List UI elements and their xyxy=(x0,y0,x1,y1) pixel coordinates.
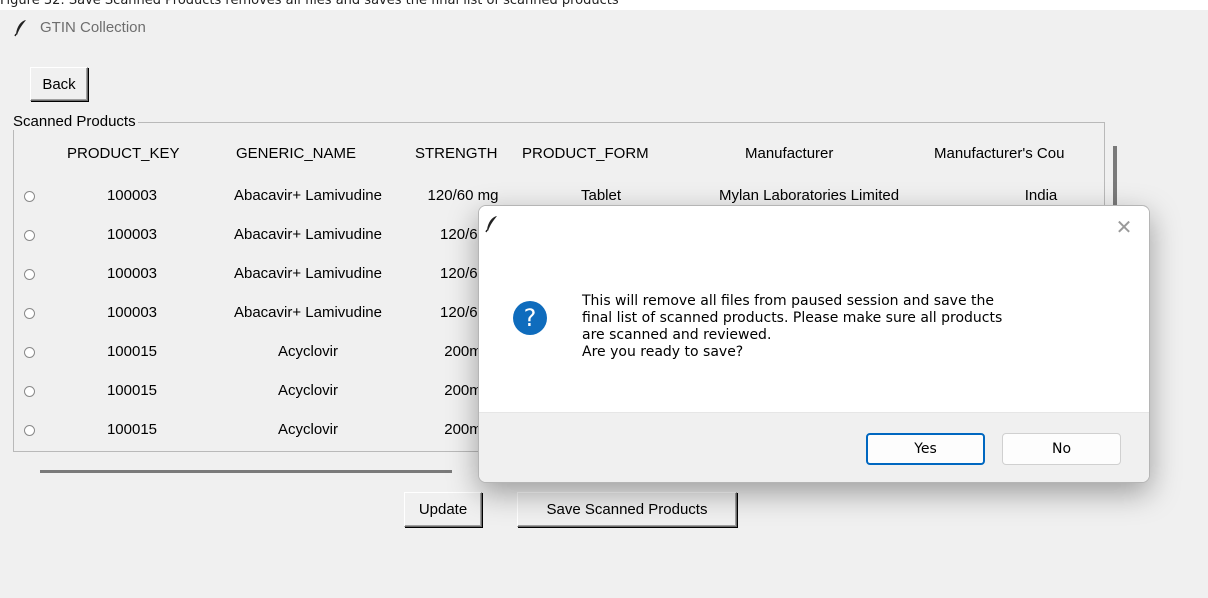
row-radio-button[interactable] xyxy=(24,425,35,436)
cell-product-key: 100003 xyxy=(106,187,158,204)
title-bar: GTIN Collection xyxy=(0,10,1208,46)
window-title: GTIN Collection xyxy=(40,19,146,36)
header-manufacturer-country: Manufacturer's Cou xyxy=(934,145,1065,162)
cell-generic-name: Acyclovir xyxy=(277,382,338,399)
dialog-footer: Yes No xyxy=(479,412,1149,482)
update-button[interactable]: Update xyxy=(404,492,482,527)
no-button[interactable]: No xyxy=(1002,433,1121,465)
frame-label: Scanned Products xyxy=(12,113,138,130)
save-scanned-products-button[interactable]: Save Scanned Products xyxy=(517,492,737,527)
confirm-dialog: ✕ ? This will remove all files from paus… xyxy=(478,205,1150,483)
cell-product-key: 100003 xyxy=(106,265,158,282)
cell-generic-name: Acyclovir xyxy=(277,421,338,438)
cell-product-key: 100003 xyxy=(106,304,158,321)
header-generic-name: GENERIC_NAME xyxy=(236,145,357,162)
feather-icon xyxy=(485,215,499,238)
cell-product-form: Tablet xyxy=(580,187,622,204)
close-icon[interactable]: ✕ xyxy=(1111,214,1137,240)
row-radio-button[interactable] xyxy=(24,230,35,241)
cell-product-key: 100015 xyxy=(106,382,158,399)
row-radio-button[interactable] xyxy=(24,191,35,202)
cell-generic-name: Abacavir+ Lamivudine xyxy=(233,187,382,204)
header-strength: STRENGTH xyxy=(415,145,498,162)
figure-caption: Figure 32: Save Scanned Products removes… xyxy=(0,0,1208,10)
dialog-title-bar: ✕ xyxy=(479,206,1149,246)
cell-strength: 120/60 mg xyxy=(427,187,499,204)
cell-generic-name: Abacavir+ Lamivudine xyxy=(233,226,382,243)
row-radio-button[interactable] xyxy=(24,386,35,397)
dialog-message: This will remove all files from paused s… xyxy=(582,293,1003,360)
cell-manufacturer-country: India xyxy=(1024,187,1058,204)
dialog-body: ? This will remove all files from paused… xyxy=(479,246,1149,412)
header-manufacturer: Manufacturer xyxy=(745,145,834,162)
cell-generic-name: Abacavir+ Lamivudine xyxy=(233,304,382,321)
row-radio-button[interactable] xyxy=(24,269,35,280)
cell-generic-name: Acyclovir xyxy=(277,343,338,360)
horizontal-scrollbar[interactable] xyxy=(40,470,452,473)
cell-generic-name: Abacavir+ Lamivudine xyxy=(233,265,382,282)
feather-icon xyxy=(14,19,28,41)
yes-button[interactable]: Yes xyxy=(866,433,985,465)
row-radio-button[interactable] xyxy=(24,308,35,319)
cell-product-key: 100015 xyxy=(106,421,158,438)
header-product-key: PRODUCT_KEY xyxy=(67,145,180,162)
back-button[interactable]: Back xyxy=(30,67,88,101)
row-radio-button[interactable] xyxy=(24,347,35,358)
header-product-form: PRODUCT_FORM xyxy=(522,145,649,162)
cell-product-key: 100015 xyxy=(106,343,158,360)
cell-product-key: 100003 xyxy=(106,226,158,243)
question-icon: ? xyxy=(513,301,547,335)
cell-manufacturer: Mylan Laboratories Limited xyxy=(718,187,900,204)
